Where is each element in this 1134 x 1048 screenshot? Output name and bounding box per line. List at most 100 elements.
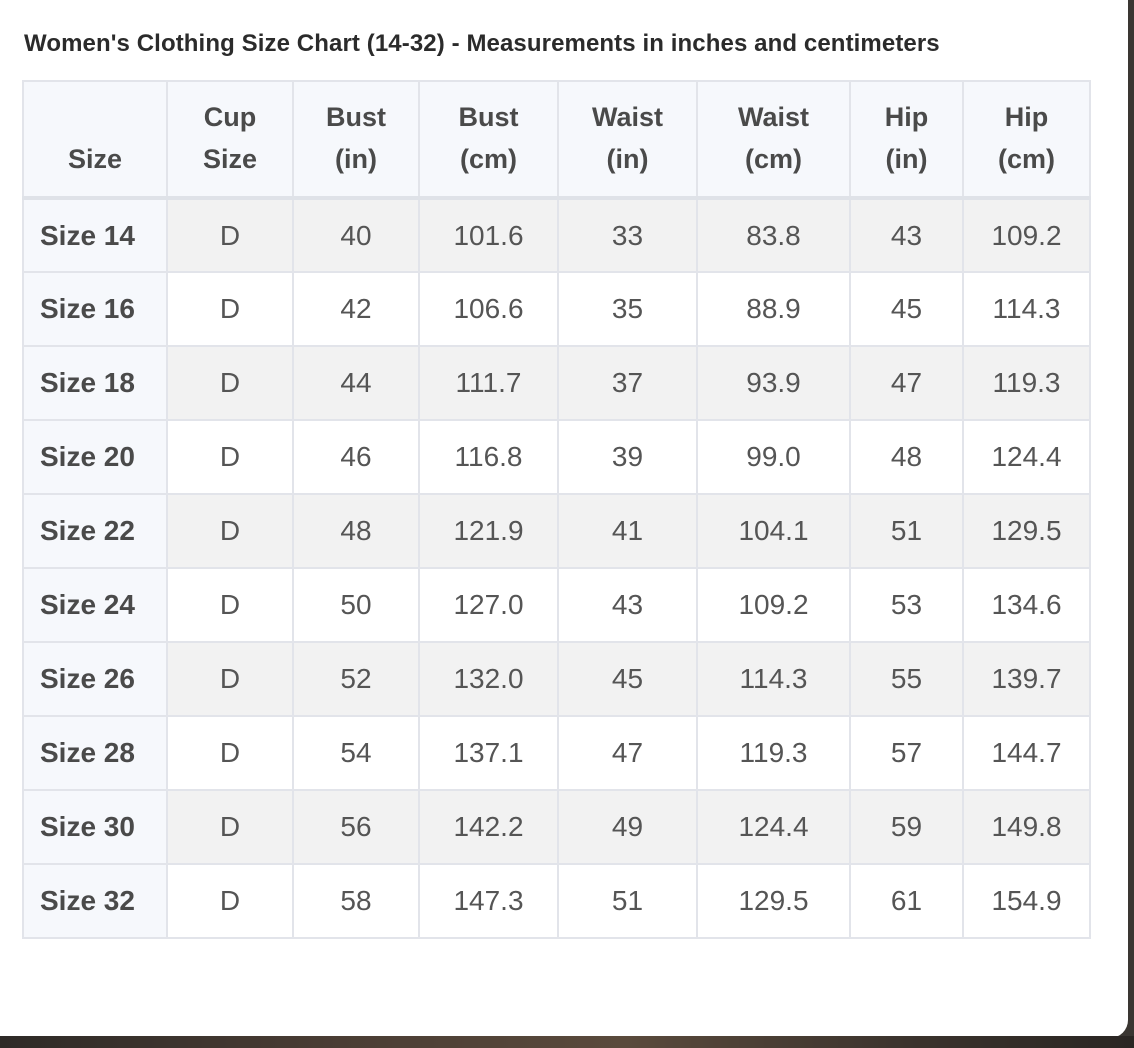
- table-row: Size 24 D 50 127.0 43 109.2 53 134.6: [22, 567, 1091, 643]
- column-header-line: (cm): [997, 144, 1055, 174]
- size-chart-table-container: Size Cup Size Bust (in) Bust (cm) Waist (in) Wais…: [22, 80, 1091, 939]
- table-row: Size 14 D 40 101.6 33 83.8 43 109.2: [22, 197, 1091, 273]
- table-cell-waist-in: 37: [557, 345, 698, 421]
- table-cell-hip-in: 47: [849, 345, 964, 421]
- page-title: Women's Clothing Size Chart (14-32) - Me…: [24, 30, 940, 57]
- table-cell-size: Size 32: [22, 863, 168, 939]
- table-cell-hip-in: 48: [849, 419, 964, 495]
- column-header-line: (in): [606, 144, 649, 174]
- table-cell-cup-size: D: [166, 197, 294, 273]
- table-cell-bust-cm: 121.9: [418, 493, 559, 569]
- column-header-bust-cm: Bust (cm): [418, 80, 559, 200]
- table-cell-hip-cm: 149.8: [962, 789, 1091, 865]
- table-cell-bust-cm: 116.8: [418, 419, 559, 495]
- table-cell-cup-size: D: [166, 567, 294, 643]
- table-cell-bust-in: 48: [292, 493, 420, 569]
- size-chart-table: Size Cup Size Bust (in) Bust (cm) Waist (in) Wais…: [22, 80, 1091, 939]
- table-cell-bust-cm: 106.6: [418, 271, 559, 347]
- table-cell-hip-cm: 129.5: [962, 493, 1091, 569]
- table-cell-hip-cm: 119.3: [962, 345, 1091, 421]
- table-cell-waist-cm: 104.1: [696, 493, 851, 569]
- table-cell-cup-size: D: [166, 789, 294, 865]
- table-cell-bust-in: 56: [292, 789, 420, 865]
- column-header-line: (cm): [459, 144, 517, 174]
- table-row: Size 18 D 44 111.7 37 93.9 47 119.3: [22, 345, 1091, 421]
- table-cell-size: Size 20: [22, 419, 168, 495]
- column-header-line: (in): [335, 144, 377, 174]
- table-cell-hip-cm: 109.2: [962, 197, 1091, 273]
- table-cell-waist-in: 49: [557, 789, 698, 865]
- table-row: Size 26 D 52 132.0 45 114.3 55 139.7: [22, 641, 1091, 717]
- table-row: Size 16 D 42 106.6 35 88.9 45 114.3: [22, 271, 1091, 347]
- table-cell-cup-size: D: [166, 715, 294, 791]
- column-header-cup-size: Cup Size: [166, 80, 294, 200]
- column-header-line: Waist: [591, 102, 663, 132]
- table-cell-size: Size 14: [22, 197, 168, 273]
- table-header-row: Size Cup Size Bust (in) Bust (cm) Waist (in) Wais…: [22, 80, 1091, 200]
- table-cell-bust-cm: 147.3: [418, 863, 559, 939]
- table-cell-cup-size: D: [166, 641, 294, 717]
- table-cell-waist-in: 43: [557, 567, 698, 643]
- table-cell-hip-cm: 144.7: [962, 715, 1091, 791]
- table-cell-cup-size: D: [166, 493, 294, 569]
- column-header-line: (in): [885, 144, 928, 174]
- table-row: Size 32 D 58 147.3 51 129.5 61 154.9: [22, 863, 1091, 939]
- column-header-line: Bust: [326, 102, 386, 132]
- table-cell-size: Size 22: [22, 493, 168, 569]
- table-cell-bust-cm: 142.2: [418, 789, 559, 865]
- table-cell-bust-in: 46: [292, 419, 420, 495]
- column-header-line: Cup: [203, 102, 257, 132]
- table-cell-hip-cm: 134.6: [962, 567, 1091, 643]
- table-cell-waist-in: 41: [557, 493, 698, 569]
- table-cell-bust-in: 50: [292, 567, 420, 643]
- table-body: Size 14 D 40 101.6 33 83.8 43 109.2 Size 16 D 42 10…: [22, 197, 1091, 939]
- table-cell-waist-in: 45: [557, 641, 698, 717]
- table-cell-size: Size 18: [22, 345, 168, 421]
- table-cell-hip-in: 55: [849, 641, 964, 717]
- table-cell-waist-in: 33: [557, 197, 698, 273]
- table-cell-hip-cm: 139.7: [962, 641, 1091, 717]
- table-cell-bust-in: 54: [292, 715, 420, 791]
- table-cell-waist-in: 39: [557, 419, 698, 495]
- column-header-line: Size: [67, 144, 123, 174]
- table-cell-cup-size: D: [166, 271, 294, 347]
- column-header-waist-cm: Waist (cm): [696, 80, 851, 200]
- table-cell-bust-in: 40: [292, 197, 420, 273]
- column-header-line: Hip: [884, 102, 929, 132]
- table-cell-bust-cm: 137.1: [418, 715, 559, 791]
- table-cell-hip-in: 45: [849, 271, 964, 347]
- size-chart-window: Women's Clothing Size Chart (14-32) - Me…: [0, 0, 1128, 1038]
- column-header-waist-in: Waist (in): [557, 80, 698, 200]
- table-cell-hip-in: 51: [849, 493, 964, 569]
- table-cell-bust-in: 44: [292, 345, 420, 421]
- column-header-bust-in: Bust (in): [292, 80, 420, 200]
- column-header-line: Bust: [458, 102, 519, 132]
- table-cell-hip-in: 61: [849, 863, 964, 939]
- table-row: Size 28 D 54 137.1 47 119.3 57 144.7: [22, 715, 1091, 791]
- table-cell-cup-size: D: [166, 345, 294, 421]
- table-cell-size: Size 30: [22, 789, 168, 865]
- table-cell-waist-cm: 93.9: [696, 345, 851, 421]
- table-row: Size 20 D 46 116.8 39 99.0 48 124.4: [22, 419, 1091, 495]
- table-cell-waist-cm: 119.3: [696, 715, 851, 791]
- table-cell-hip-in: 53: [849, 567, 964, 643]
- table-cell-waist-cm: 114.3: [696, 641, 851, 717]
- table-cell-bust-in: 52: [292, 641, 420, 717]
- table-cell-hip-in: 59: [849, 789, 964, 865]
- column-header-hip-cm: Hip (cm): [962, 80, 1091, 200]
- table-cell-cup-size: D: [166, 419, 294, 495]
- table-cell-waist-cm: 109.2: [696, 567, 851, 643]
- table-cell-size: Size 28: [22, 715, 168, 791]
- column-header-line: Size: [202, 144, 258, 174]
- table-cell-size: Size 26: [22, 641, 168, 717]
- table-cell-hip-cm: 154.9: [962, 863, 1091, 939]
- table-cell-bust-in: 58: [292, 863, 420, 939]
- column-header-size: Size: [22, 80, 168, 200]
- table-cell-waist-in: 51: [557, 863, 698, 939]
- table-cell-waist-cm: 124.4: [696, 789, 851, 865]
- column-header-line: Waist: [737, 102, 809, 132]
- column-header-line: (cm): [744, 144, 802, 174]
- column-header-hip-in: Hip (in): [849, 80, 964, 200]
- desktop-background-strip: [0, 1036, 1134, 1048]
- table-cell-bust-cm: 132.0: [418, 641, 559, 717]
